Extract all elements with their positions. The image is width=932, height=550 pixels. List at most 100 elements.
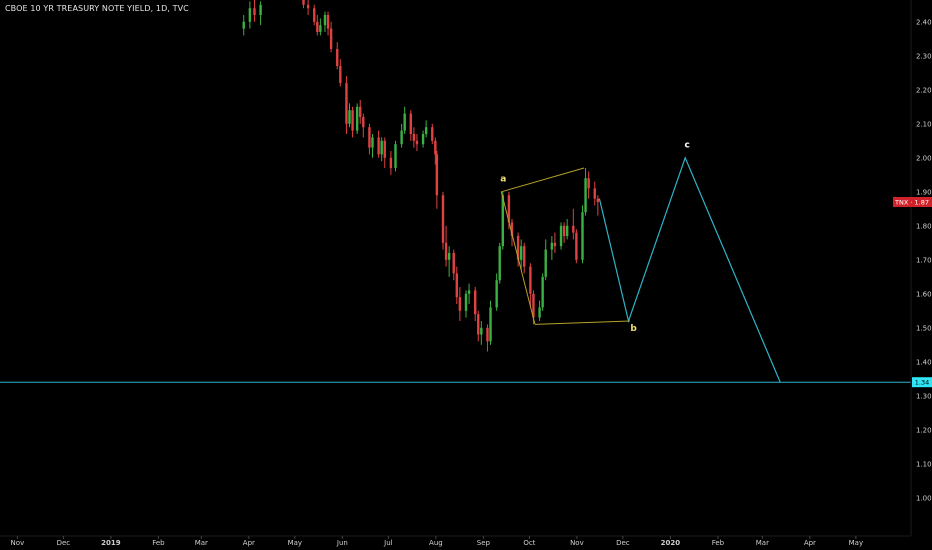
x-tick-label: Mar	[756, 539, 769, 547]
y-axis[interactable]: 2.40 2.30 2.20 2.10 2.00 1.90 1.80 1.70 1.60 1.50…	[916, 18, 932, 502]
candle-body	[572, 225, 575, 233]
wave-label-b: b	[630, 324, 637, 334]
candle-body	[431, 127, 434, 141]
candle-body	[455, 273, 459, 298]
drawings-layer	[0, 156, 911, 383]
candle-body	[377, 137, 380, 155]
level-tag-text: 1.34	[915, 379, 929, 387]
x-tick-label: May	[849, 539, 863, 547]
candle-body	[458, 297, 462, 311]
x-tick-label: Jun	[336, 539, 348, 547]
candle-body	[444, 242, 448, 260]
candle-body	[584, 178, 587, 213]
candle-body	[389, 157, 393, 168]
y-tick-label: 1.80	[916, 222, 932, 230]
candle-body	[473, 290, 477, 315]
chart-title: CBOE 10 YR TREASURY NOTE YIELD, 1D, TVC	[5, 4, 189, 13]
price-tag-text: TNX · 1.87	[894, 199, 929, 207]
x-tick-label: Apr	[243, 539, 255, 547]
y-tick-label: 1.00	[916, 494, 932, 502]
candle-body	[400, 130, 403, 145]
candle-body	[565, 225, 569, 236]
candle-body	[359, 106, 362, 117]
candle-body	[434, 140, 437, 155]
candle-body	[541, 276, 544, 308]
x-tick-label: Dec	[616, 539, 630, 547]
candle-body	[486, 327, 489, 342]
candle-body	[306, 4, 310, 9]
candle-body	[495, 280, 498, 308]
candle-body	[447, 253, 451, 260]
x-tick-label: 2019	[101, 539, 121, 547]
candle-body	[553, 242, 557, 247]
candle-body	[550, 242, 554, 250]
candle-body	[362, 117, 365, 128]
candle-body	[464, 293, 468, 311]
x-tick-label: Sep	[477, 539, 491, 547]
y-tick-label: 2.40	[916, 18, 932, 26]
x-tick-label: Nov	[11, 539, 25, 547]
candle-body	[529, 266, 532, 294]
candle-body	[489, 307, 492, 342]
candle-body	[329, 28, 333, 49]
candle-body	[348, 110, 351, 124]
x-tick-label: May	[288, 539, 302, 547]
y-tick-label: 2.30	[916, 52, 932, 60]
candle-body	[336, 49, 339, 66]
y-tick-label: 1.10	[916, 460, 932, 468]
candle-body	[371, 137, 374, 148]
y-tick-label: 2.00	[916, 154, 932, 162]
candle-body	[562, 225, 566, 236]
candle-body	[326, 15, 330, 29]
y-tick-label: 1.20	[916, 426, 932, 434]
x-tick-label: Oct	[523, 539, 535, 547]
y-tick-label: 1.90	[916, 188, 932, 196]
candle-body	[498, 246, 501, 281]
candle-body	[302, 0, 305, 5]
candle-body	[435, 154, 439, 196]
x-tick-label: Mar	[195, 539, 208, 547]
candle-body	[559, 225, 563, 247]
candle-body	[368, 127, 371, 148]
candle-body	[339, 66, 342, 83]
y-tick-label: 1.40	[916, 358, 932, 366]
candle-body	[596, 198, 600, 202]
candle-body	[544, 249, 547, 277]
candle-body	[415, 140, 419, 145]
candle-body	[242, 21, 245, 29]
x-tick-label: Feb	[712, 539, 725, 547]
wave-label-a: a	[500, 175, 506, 185]
channel-upper-line	[501, 167, 585, 193]
x-axis[interactable]: Nov Dec 2019 Feb Mar Apr May Jun Jul Aug Sep Oct Nov…	[11, 536, 864, 547]
x-tick-label: Feb	[152, 539, 165, 547]
candle-body	[248, 8, 252, 22]
candle-body	[259, 4, 262, 15]
labels-layer: a b c	[500, 141, 690, 335]
candle-body	[345, 83, 348, 124]
candle-body	[380, 140, 383, 155]
candle-body	[323, 15, 327, 26]
x-tick-label: Nov	[570, 539, 584, 547]
candle-body	[587, 178, 590, 189]
candle-body	[409, 113, 413, 134]
candle-body	[538, 307, 541, 318]
candle-body	[424, 127, 428, 134]
candle-body	[319, 25, 322, 32]
y-tick-label: 1.30	[916, 392, 932, 400]
candles-layer	[242, 0, 600, 352]
x-tick-label: Apr	[804, 539, 816, 547]
channel-left-line	[500, 191, 536, 325]
wave-label-c: c	[685, 141, 690, 151]
wave-projection-line	[598, 156, 781, 383]
chart[interactable]: a b c 2.40 2.30 2.20 2.10 2.00 1.90 1.80 1.70 1.60…	[0, 0, 932, 550]
x-tick-label: Jul	[383, 539, 393, 547]
candle-body	[467, 290, 471, 294]
candle-body	[519, 246, 523, 260]
candle-body	[452, 253, 455, 274]
candle-body	[313, 8, 316, 22]
y-tick-label: 2.10	[916, 120, 932, 128]
candle-body	[316, 21, 319, 32]
candle-body	[403, 113, 406, 131]
candle-body	[355, 106, 359, 131]
candle-body	[421, 134, 425, 145]
